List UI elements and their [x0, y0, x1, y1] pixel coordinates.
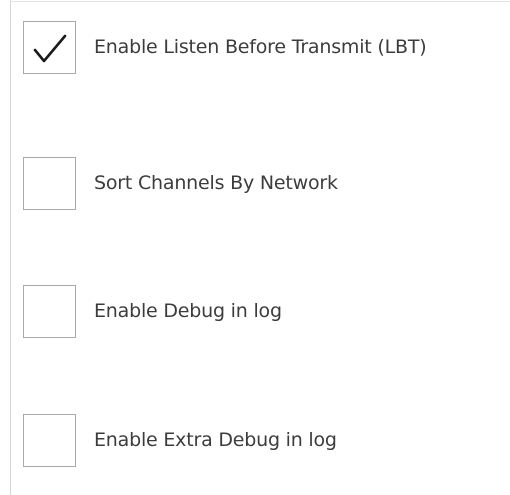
enable-extra-debug-label: Enable Extra Debug in log — [94, 429, 337, 451]
sort-channels-label: Sort Channels By Network — [94, 172, 338, 194]
enable-extra-debug-checkbox[interactable] — [23, 413, 76, 467]
enable-lbt-label: Enable Listen Before Transmit (LBT) — [94, 36, 427, 58]
panel-top-border — [10, 1, 510, 2]
enable-lbt-checkbox[interactable] — [23, 20, 76, 74]
enable-debug-label: Enable Debug in log — [94, 300, 282, 322]
option-enable-lbt[interactable]: Enable Listen Before Transmit (LBT) — [23, 19, 503, 75]
option-enable-extra-debug[interactable]: Enable Extra Debug in log — [23, 412, 503, 468]
checkmark-icon — [33, 34, 67, 62]
option-enable-debug[interactable]: Enable Debug in log — [23, 283, 503, 339]
panel-left-border — [10, 0, 11, 495]
option-sort-channels[interactable]: Sort Channels By Network — [23, 155, 503, 211]
enable-debug-checkbox[interactable] — [23, 284, 76, 338]
sort-channels-checkbox[interactable] — [23, 156, 76, 210]
settings-panel: Enable Listen Before Transmit (LBT) Sort… — [0, 0, 510, 495]
